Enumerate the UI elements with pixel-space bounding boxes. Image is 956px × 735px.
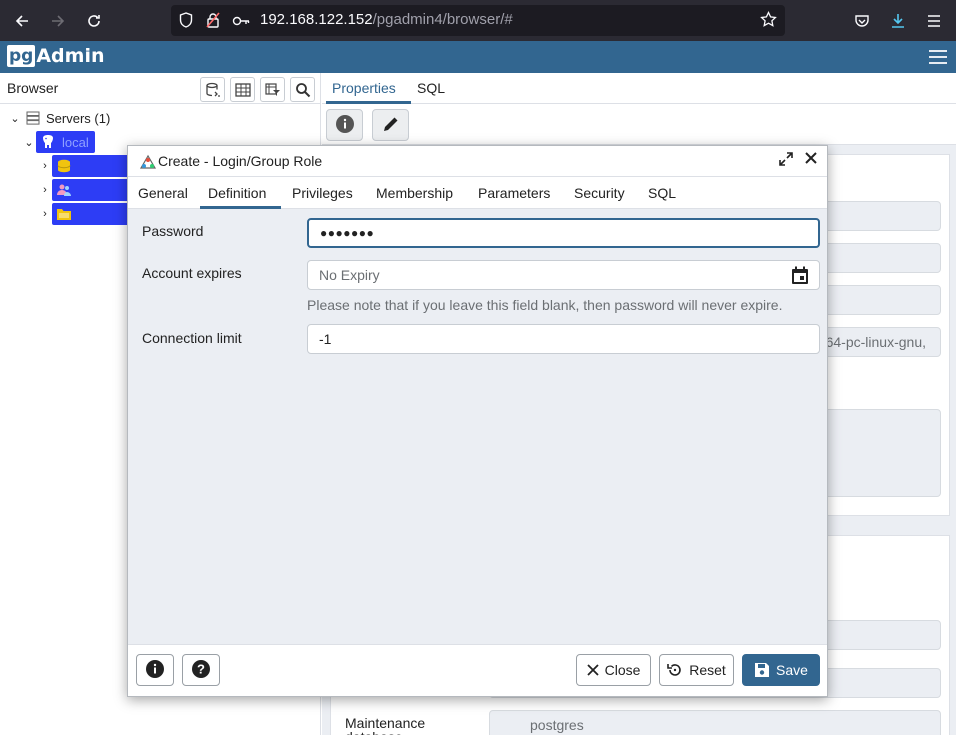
ghost-field-value: 64-pc-linux-gnu,	[825, 334, 926, 350]
question-icon: ?	[191, 659, 211, 682]
dialog-footer: ? Close Reset Save	[128, 644, 827, 696]
filtered-rows-icon[interactable]	[260, 77, 285, 102]
properties-tabs: Properties SQL	[322, 73, 956, 104]
tree-label-servers: Servers (1)	[46, 110, 111, 126]
chevron-right-icon[interactable]: ›	[38, 184, 52, 196]
search-icon[interactable]	[290, 77, 315, 102]
save-label: Save	[776, 662, 808, 678]
password-label: Password	[142, 223, 204, 239]
info-icon	[335, 114, 355, 137]
reset-icon	[667, 662, 683, 678]
dialog-header[interactable]: Create - Login/Group Role	[128, 146, 827, 177]
insecure-lock-icon[interactable]	[206, 12, 220, 31]
help-button[interactable]: ?	[182, 654, 220, 686]
close-label: Close	[604, 662, 641, 678]
view-data-icon[interactable]	[230, 77, 255, 102]
chevron-down-icon[interactable]: ⌄	[22, 136, 36, 149]
connection-limit-field[interactable]: -1	[307, 324, 820, 354]
edit-button[interactable]	[372, 109, 409, 141]
app-header: pg Admin	[0, 41, 956, 73]
tree-node-local-highlight[interactable]: local	[36, 131, 95, 153]
password-value: ●●●●●●●	[320, 226, 375, 240]
chevron-right-icon[interactable]: ›	[38, 208, 52, 220]
tab-properties[interactable]: Properties	[332, 80, 396, 96]
folder-icon	[56, 207, 72, 221]
info-button[interactable]	[136, 654, 174, 686]
ghost-label-database: database	[345, 730, 403, 735]
tab-sql[interactable]: SQL	[417, 80, 445, 96]
logo-admin: Admin	[36, 45, 105, 67]
tab-privileges[interactable]: Privileges	[292, 185, 353, 201]
account-expires-field[interactable]: No Expiry	[307, 260, 820, 290]
dialog-title: Create - Login/Group Role	[158, 153, 323, 169]
role-group-icon	[139, 154, 157, 170]
bookmark-star-icon[interactable]	[760, 10, 777, 31]
tab-membership[interactable]: Membership	[376, 185, 453, 201]
ghost-field-maintenance: postgres	[489, 710, 941, 735]
servers-icon	[26, 111, 40, 125]
url-text[interactable]: 192.168.122.152/pgadmin4/browser/#	[260, 11, 513, 28]
browser-panel-header: Browser	[0, 73, 320, 104]
hamburger-menu-icon[interactable]	[928, 48, 948, 66]
tree-node-local[interactable]: ⌄ local	[22, 131, 95, 153]
info-icon	[145, 659, 165, 682]
account-expires-label: Account expires	[142, 265, 242, 281]
key-icon[interactable]	[232, 14, 250, 30]
save-button[interactable]: Save	[742, 654, 820, 686]
url-bar[interactable]: 192.168.122.152/pgadmin4/browser/#	[171, 5, 785, 36]
reload-icon[interactable]	[81, 8, 107, 34]
save-icon	[754, 662, 770, 678]
create-role-dialog: Create - Login/Group Role General Defini…	[127, 145, 828, 697]
logo-pg: pg	[7, 45, 36, 67]
pocket-icon[interactable]	[849, 8, 875, 34]
account-expires-help: Please note that if you leave this field…	[307, 297, 783, 313]
close-icon[interactable]	[805, 151, 817, 169]
back-arrow-icon[interactable]	[9, 8, 35, 34]
panel-title: Browser	[7, 80, 59, 96]
calendar-icon[interactable]	[791, 266, 809, 288]
roles-icon	[56, 183, 72, 197]
chevron-down-icon[interactable]: ⌄	[8, 112, 22, 125]
tab-security[interactable]: Security	[574, 185, 625, 201]
postgres-elephant-icon	[40, 134, 56, 150]
tab-definition[interactable]: Definition	[208, 185, 266, 201]
tab-general[interactable]: General	[138, 185, 188, 201]
browser-toolbar: 192.168.122.152/pgadmin4/browser/#	[0, 0, 956, 41]
shield-icon[interactable]	[179, 12, 193, 31]
tab-parameters[interactable]: Parameters	[478, 185, 550, 201]
chevron-right-icon[interactable]: ›	[38, 160, 52, 172]
connection-limit-label: Connection limit	[142, 330, 242, 346]
databases-icon	[56, 159, 72, 173]
tab-sql[interactable]: SQL	[648, 185, 676, 201]
pencil-icon	[382, 115, 400, 136]
downloads-icon[interactable]	[885, 8, 911, 34]
account-expires-placeholder: No Expiry	[319, 267, 380, 283]
connection-limit-value: -1	[319, 331, 332, 347]
ghost-label-maintenance: Maintenance	[345, 715, 426, 731]
pgadmin-logo: pg Admin	[7, 45, 105, 67]
forward-arrow-icon[interactable]	[45, 8, 71, 34]
info-button[interactable]	[326, 109, 363, 141]
tree-node-servers[interactable]: ⌄ Servers (1)	[8, 107, 110, 129]
ghost-field-value: postgres	[530, 717, 584, 733]
svg-text:?: ?	[197, 661, 205, 676]
properties-toolbar	[322, 104, 956, 145]
expand-icon[interactable]	[779, 152, 793, 170]
dialog-tabs: General Definition Privileges Membership…	[128, 177, 827, 209]
password-field[interactable]: ●●●●●●●	[307, 218, 820, 248]
reset-label: Reset	[689, 662, 726, 678]
reset-button[interactable]: Reset	[659, 654, 734, 686]
tree-label-local: local	[62, 134, 89, 150]
close-button[interactable]: Close	[576, 654, 651, 686]
query-tool-icon[interactable]	[200, 77, 225, 102]
close-icon	[586, 664, 599, 676]
active-tab-indicator	[200, 206, 281, 209]
menu-icon[interactable]	[921, 8, 947, 34]
